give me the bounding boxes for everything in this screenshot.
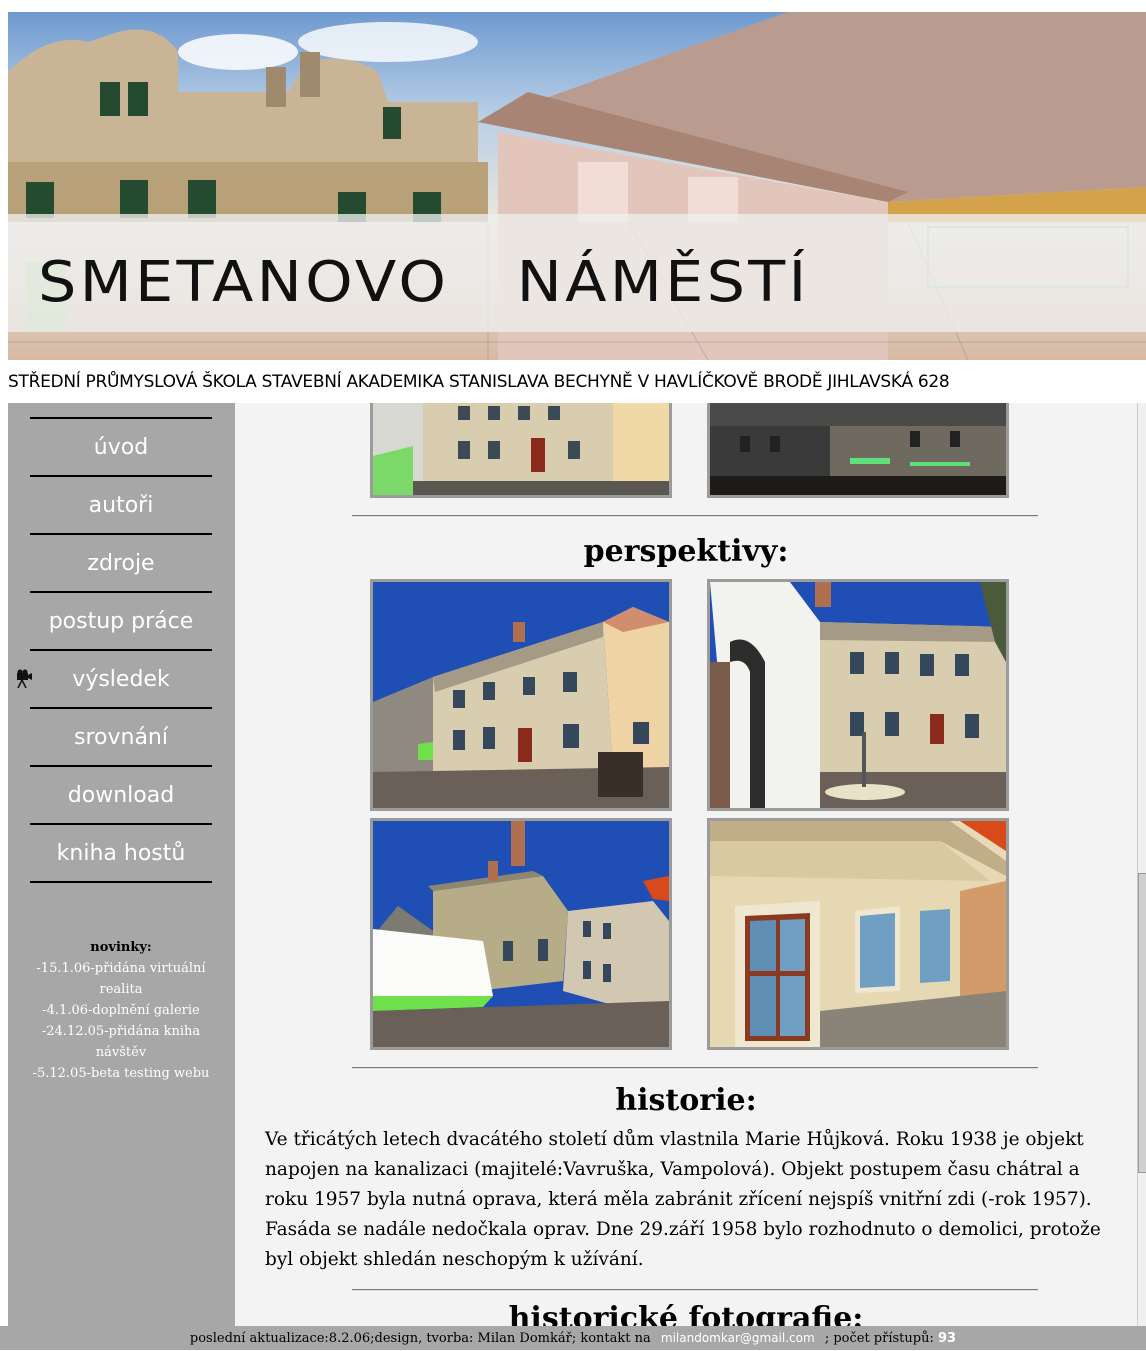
- gallery-thumbnail[interactable]: [707, 403, 1009, 498]
- nav-item-label[interactable]: kniha hostů: [57, 841, 186, 866]
- perspective-thumbnail[interactable]: [370, 818, 672, 1050]
- scrollbar-thumb[interactable]: [1138, 873, 1146, 1173]
- nav-item-label[interactable]: úvod: [94, 435, 148, 460]
- nav-item-uvod[interactable]: úvod: [30, 417, 212, 475]
- sidebar: úvod autoři zdroje postup práce výsledek…: [8, 403, 235, 1330]
- render-image: [373, 821, 669, 1047]
- nav-item-srovnani[interactable]: srovnání: [30, 707, 212, 765]
- nav-item-label[interactable]: download: [68, 783, 174, 808]
- camera-icon: [17, 669, 32, 689]
- nav-item-label[interactable]: zdroje: [87, 551, 154, 576]
- history-text: Ve třicátých letech dvacátého století dů…: [265, 1129, 1101, 1270]
- divider: [352, 1289, 1038, 1291]
- contact-email-link[interactable]: milandomkar@gmail.com: [661, 1331, 815, 1345]
- header-banner: SMETANOVO NÁMĚSTÍ: [8, 12, 1146, 360]
- site-title: SMETANOVO NÁMĚSTÍ: [38, 250, 810, 315]
- perspective-thumbnail[interactable]: [707, 818, 1009, 1050]
- school-name: STŘEDNÍ PRŮMYSLOVÁ ŠKOLA STAVEBNÍ AKADEM…: [8, 372, 950, 392]
- nav-item-autori[interactable]: autoři: [30, 475, 212, 533]
- perspective-thumbnail[interactable]: [370, 579, 672, 811]
- nav-item-label[interactable]: postup práce: [49, 609, 194, 634]
- gallery-thumbnail[interactable]: [370, 403, 672, 498]
- news-item: -24.12.05-přidána kniha návštěv: [41, 1024, 201, 1060]
- news-item: -5.12.05-beta testing webu: [32, 1066, 210, 1081]
- render-image: [710, 582, 1006, 808]
- history-heading: historie:: [615, 1083, 757, 1118]
- render-image: [710, 821, 1006, 1047]
- visit-count-label: ; počet přístupů:: [824, 1331, 934, 1346]
- footer-text: poslední aktualizace:8.2.06;design, tvor…: [189, 1331, 651, 1346]
- nav-item-vysledek[interactable]: výsledek: [17, 649, 212, 707]
- nav-item-zdroje[interactable]: zdroje: [30, 533, 212, 591]
- nav-item-postup-prace[interactable]: postup práce: [30, 591, 212, 649]
- divider: [352, 1067, 1038, 1069]
- nav-item-download[interactable]: download: [30, 765, 212, 823]
- visit-count: 93: [937, 1331, 957, 1346]
- nav-item-label[interactable]: srovnání: [74, 725, 168, 750]
- render-image: [373, 403, 669, 495]
- footer: poslední aktualizace:8.2.06;design, tvor…: [0, 1326, 1146, 1350]
- perspectives-heading: perspektivy:: [583, 534, 789, 569]
- divider: [352, 515, 1038, 517]
- nav-item-label[interactable]: autoři: [89, 493, 154, 518]
- nav-item-kniha-hostu[interactable]: kniha hostů: [30, 823, 212, 883]
- render-image: [373, 582, 669, 808]
- main-nav: úvod autoři zdroje postup práce výsledek…: [17, 417, 212, 883]
- news-box: novinky: -15.1.06-přidána virtuální real…: [16, 937, 226, 1084]
- perspective-thumbnail[interactable]: [707, 579, 1009, 811]
- main-content: perspektivy: historie: Ve třicátých lete…: [235, 403, 1137, 1330]
- news-title: novinky:: [90, 940, 152, 955]
- news-item: -15.1.06-přidána virtuální realita: [36, 961, 206, 997]
- vertical-scrollbar[interactable]: [1137, 403, 1146, 1330]
- nav-item-label[interactable]: výsledek: [72, 667, 169, 692]
- render-image: [710, 403, 1006, 495]
- news-item: -4.1.06-doplnění galerie: [42, 1003, 200, 1018]
